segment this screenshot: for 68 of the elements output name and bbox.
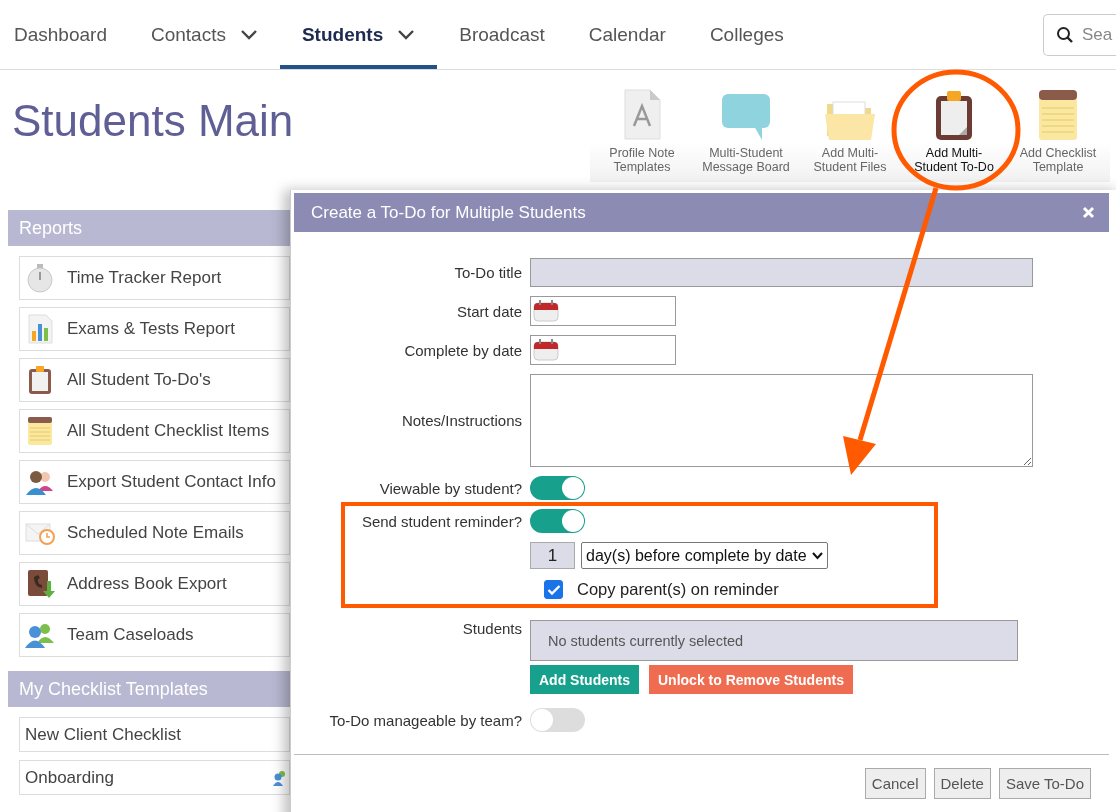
field-label: Start date [456,302,522,320]
sidebar-item[interactable]: Export Student Contact Info [19,460,290,504]
toggle-switch[interactable] [530,476,585,500]
footer-button[interactable]: Save To-Do [998,768,1091,799]
nav-tab[interactable]: Broadcast [437,0,567,69]
field-label: Students [462,620,522,637]
search-field[interactable]: Sea [1043,13,1116,56]
speech-bubble-icon [720,92,772,142]
clipboard-icon [934,88,974,142]
sidebar-item[interactable]: New Client Checklist [19,717,290,752]
toolbar-button[interactable]: Profile Note Templates [590,82,694,174]
calendar-icon [533,339,559,361]
checkmark-icon [546,583,561,596]
close-icon[interactable] [1082,206,1095,219]
field-label: Viewable by student? [379,479,522,497]
notes-field[interactable] [530,374,1033,467]
sidebar-item[interactable]: Scheduled Note Emails [19,511,290,555]
sidebar-item[interactable]: Address Book Export [19,562,290,606]
field-label: Notes/Instructions [401,412,522,429]
checkbox-label: Copy parent(s) on reminder [577,580,779,599]
nav-tab[interactable]: Colleges [687,0,806,69]
bar-chart-icon [25,314,55,344]
calendar-icon [533,300,559,322]
people-icon [25,621,55,649]
notepad-icon [25,416,55,446]
toolbar-button[interactable]: Add Multi-Student To-Do [902,82,1006,174]
sidebar-item[interactable]: Time Tracker Report [19,256,290,300]
modal-title: Create a To-Do for Multiple Students [311,202,586,223]
field-label: To-Do manageable by team? [329,711,522,729]
nav-tab[interactable]: Contacts [128,0,280,69]
toolbar-button[interactable]: Multi-Student Message Board [694,82,798,174]
toggle-switch[interactable] [530,708,585,732]
field-label: To-Do title [454,264,522,281]
section-header: My Checklist Templates [8,671,290,707]
nav-tab[interactable]: Calendar [566,0,688,69]
field-label: Complete by date [404,341,522,359]
title-field[interactable] [530,258,1033,287]
nav-tab[interactable]: Students [279,0,438,69]
sidebar-item[interactable]: Team Caseloads [19,613,290,657]
toggle-switch[interactable] [530,509,585,533]
footer-button[interactable]: Delete [933,768,991,799]
chevron-icon [397,29,416,40]
chevron-icon [239,29,258,40]
chevron-icon [811,551,823,560]
document-icon [622,88,662,142]
sidebar-item[interactable]: All Student To-Do's [19,358,290,402]
sidebar-item[interactable]: Onboarding [19,760,290,795]
nav-tab[interactable]: Dashboard [0,0,129,69]
toolbar-button[interactable]: Add Checklist Template [1006,82,1110,174]
days-dropdown[interactable]: day(s) before complete by date [581,542,828,569]
days-field[interactable]: 1 [530,542,575,569]
date-field[interactable] [530,296,676,326]
empty-message: No students currently selected [548,632,744,649]
page-title: Students Main [11,95,294,147]
search-input[interactable]: Sea [1082,24,1116,45]
sidebar-item[interactable]: All Student Checklist Items [19,409,290,453]
sidebar-item[interactable]: Exams & Tests Report [19,307,290,351]
people-icon [273,769,287,786]
stopwatch-icon [25,263,55,293]
toolbar-button[interactable]: Add Multi-Student Files [798,82,902,174]
section-header: Reports [8,210,290,246]
footer-button[interactable]: Cancel [864,768,926,799]
checkbox[interactable] [544,580,563,599]
field-label: Send student reminder? [361,512,522,530]
notepad-icon [1037,88,1079,142]
search-icon [1056,25,1074,44]
date-field[interactable] [530,335,676,365]
address-book-icon [25,569,55,599]
